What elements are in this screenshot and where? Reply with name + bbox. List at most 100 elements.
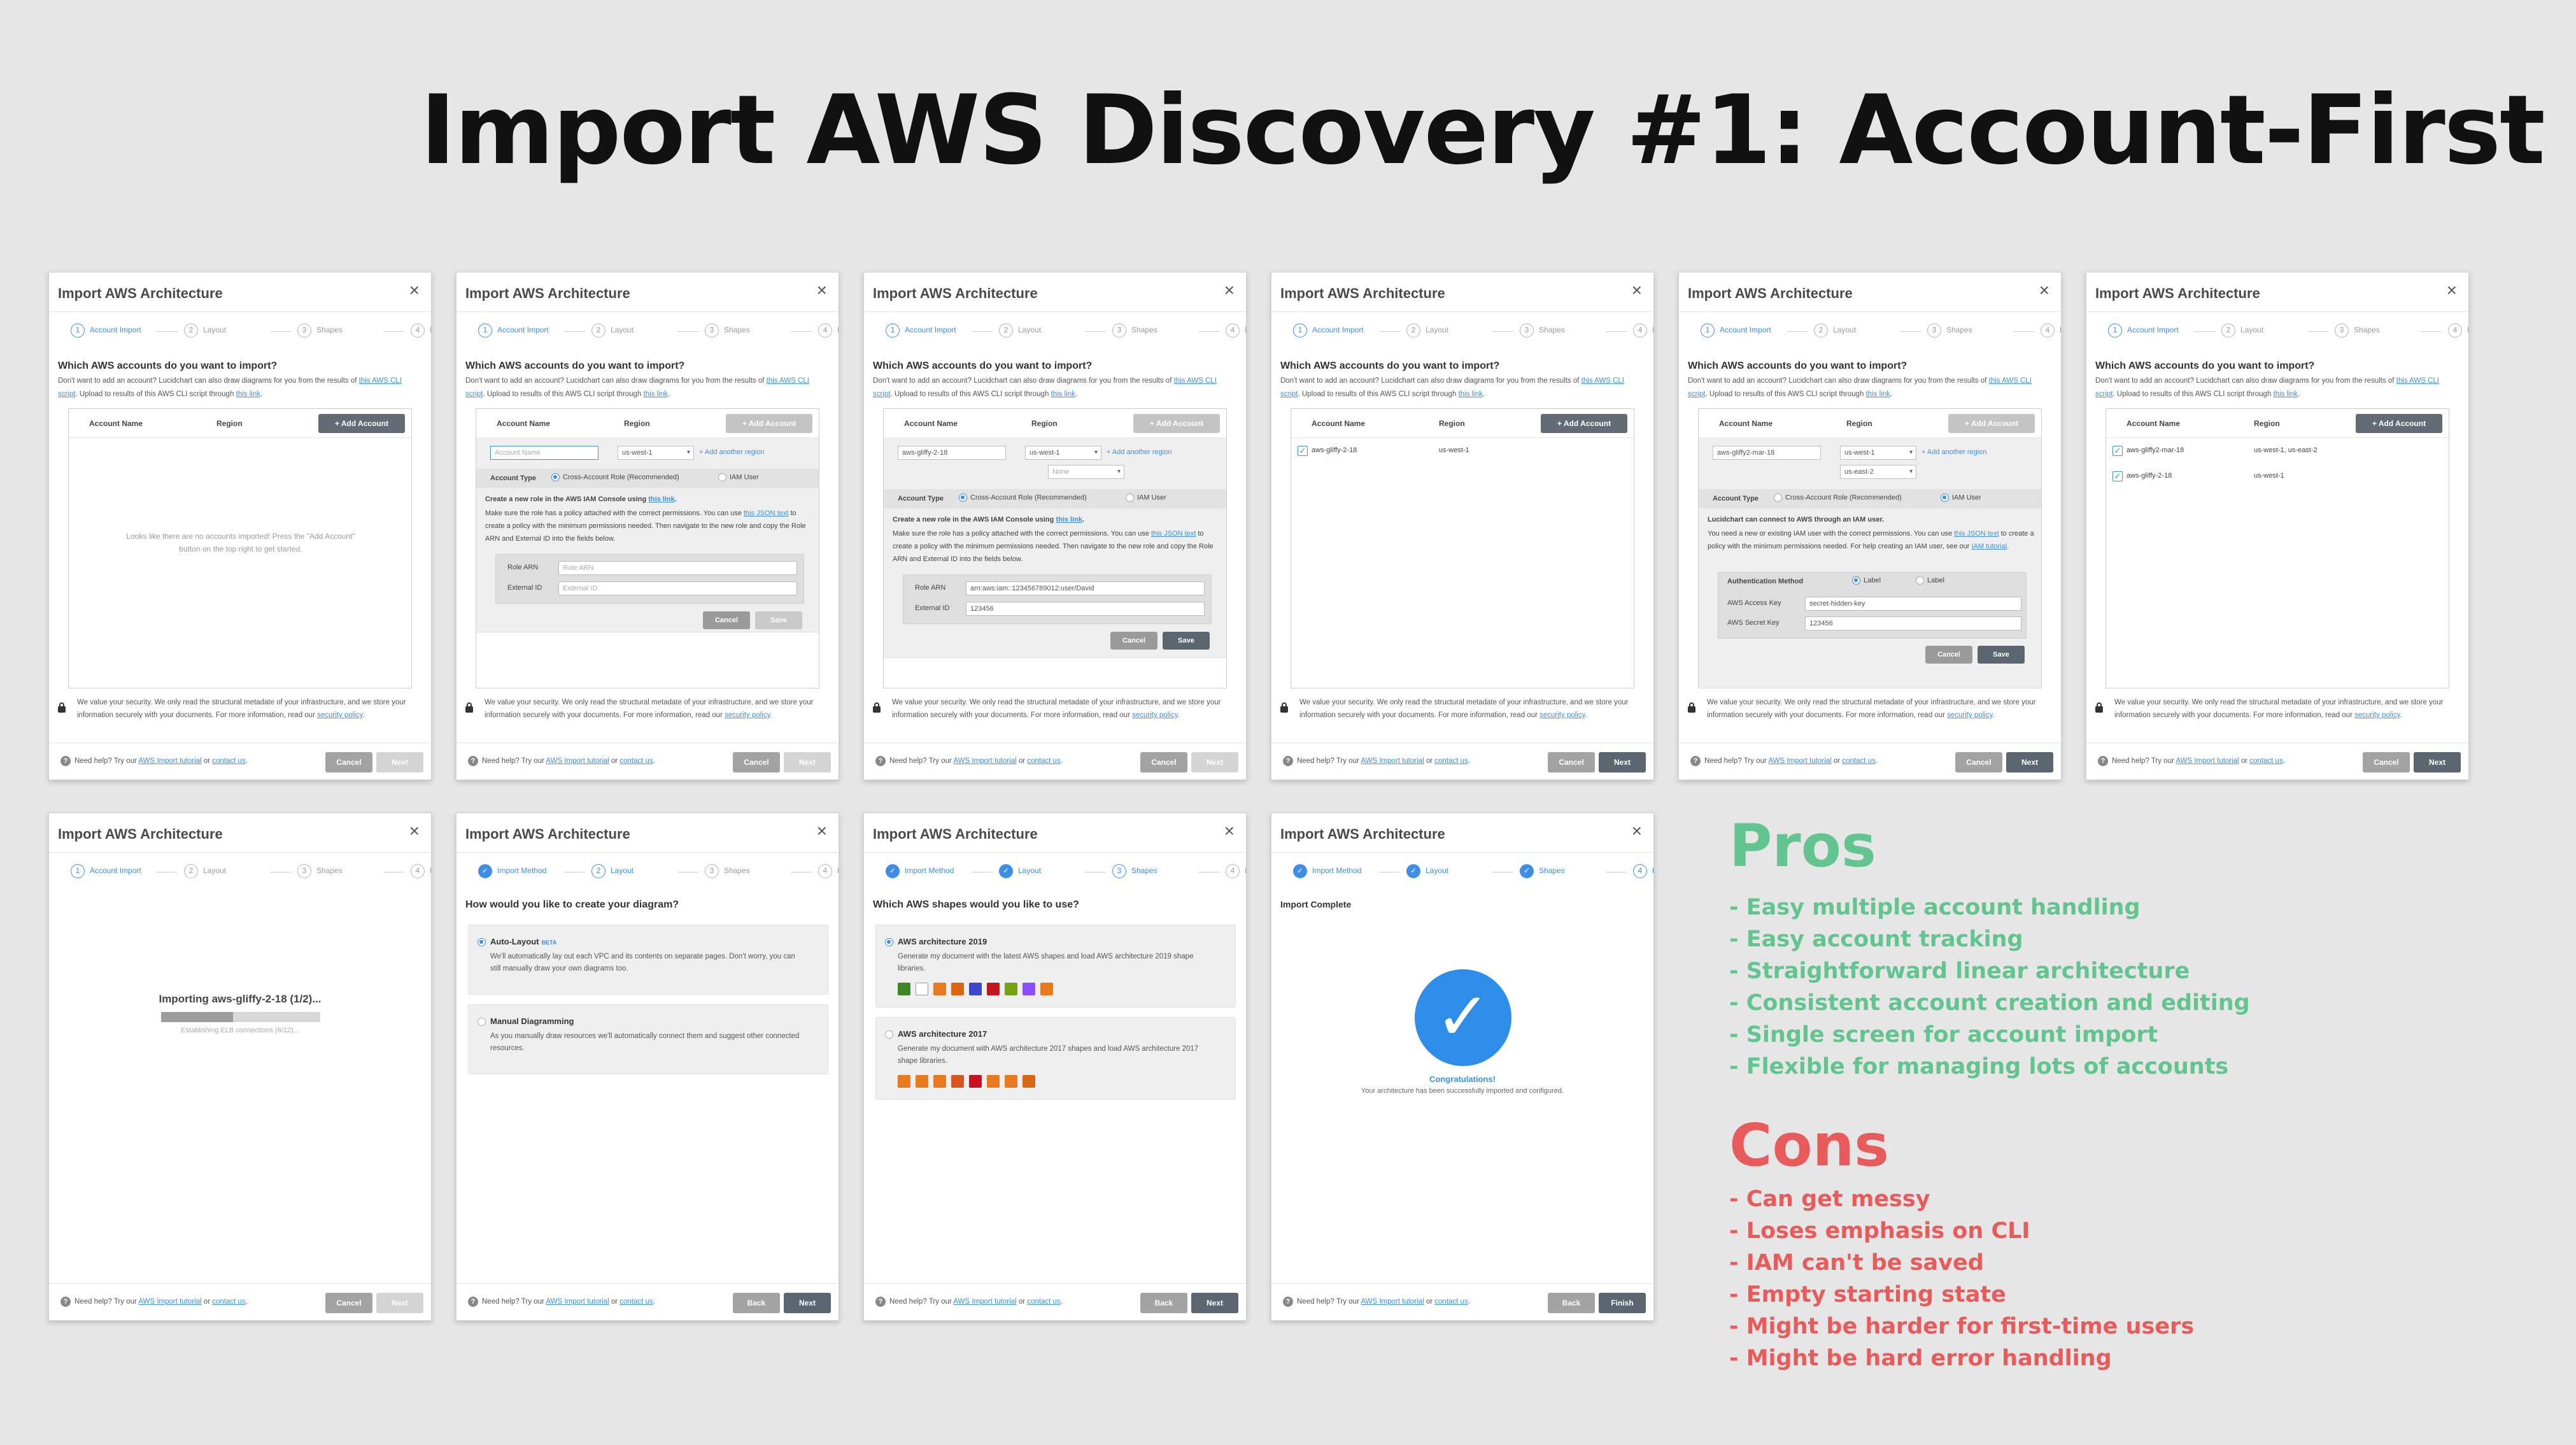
add-region-link[interactable]: + Add another region [1921,448,1986,456]
region-select[interactable]: us-west-1 [618,446,694,460]
external-id-input[interactable]: External ID [558,581,797,595]
security-policy-link[interactable]: security policy [1947,711,1992,719]
shapes-2017-option[interactable]: AWS architecture 2017 Generate my docume… [875,1017,1236,1100]
tutorial-link[interactable]: AWS Import tutorial [1361,1298,1424,1306]
add-region-link[interactable]: + Add another region [699,448,764,456]
security-policy-link[interactable]: security policy [317,711,362,719]
form-save-button[interactable]: Save [755,611,802,629]
iam-user-option[interactable]: IAM User [1941,494,1981,502]
account-name-input[interactable]: aws-gliffy-2-18 [898,446,1006,460]
auto-layout-option[interactable]: Auto-Layout BETA We'll automatically lay … [468,925,828,995]
add-account-button[interactable]: + Add Account [1541,414,1627,433]
form-cancel-button[interactable]: Cancel [703,611,750,629]
form-cancel-button[interactable]: Cancel [1110,632,1157,650]
cross-account-option[interactable]: Cross-Account Role (Recommended) [959,494,1087,502]
next-button[interactable]: Next [784,752,831,772]
region-select-2[interactable]: None [1048,465,1124,479]
iam-tutorial-link[interactable]: IAM tutorial [1972,543,2007,550]
close-icon[interactable]: × [409,280,420,301]
next-button[interactable]: Next [2414,752,2461,772]
external-id-input[interactable]: 123456 [966,602,1205,616]
upload-link[interactable]: this link [1459,390,1483,398]
tutorial-link[interactable]: AWS Import tutorial [953,1298,1016,1306]
role-arn-input[interactable]: arn:aws:iam::123456789012:user/David [966,581,1205,595]
auto-layout-radio[interactable] [478,938,486,946]
secret-key-input[interactable]: 123456 [1805,616,2021,630]
contact-link[interactable]: contact us [1434,1298,1468,1306]
manual-option[interactable]: Manual Diagramming As you manually draw … [468,1004,828,1074]
region-select[interactable]: us-west-1 [1025,446,1101,460]
cancel-button[interactable]: Cancel [1548,752,1595,772]
account-name-input[interactable]: aws-gliffy2-mar-18 [1713,446,1821,460]
add-account-button[interactable]: + Add Account [2356,414,2442,433]
cancel-button[interactable]: Cancel [1140,752,1187,772]
security-policy-link[interactable]: security policy [1539,711,1585,719]
close-icon[interactable]: × [817,280,827,301]
cross-account-option[interactable]: Cross-Account Role (Recommended) [551,473,679,481]
auth-option-2[interactable]: Label [1916,576,1944,585]
next-button[interactable]: Next [1599,752,1646,772]
add-account-button[interactable]: + Add Account [1948,414,2035,433]
cancel-button[interactable]: Cancel [2363,752,2410,772]
cross-account-option[interactable]: Cross-Account Role (Recommended) [1774,494,1902,502]
row-checkbox[interactable]: ✓ [2112,446,2123,456]
next-button[interactable]: Next [1191,1293,1238,1313]
cancel-button[interactable]: Cancel [325,1293,372,1313]
tutorial-link[interactable]: AWS Import tutorial [546,757,609,765]
form-cancel-button[interactable]: Cancel [1925,646,1972,664]
next-button[interactable]: Next [376,1293,423,1313]
add-account-button[interactable]: + Add Account [318,414,405,433]
close-icon[interactable]: × [1224,821,1235,841]
role-link[interactable]: this link [648,495,675,503]
tutorial-link[interactable]: AWS Import tutorial [546,1298,609,1306]
tutorial-link[interactable]: AWS Import tutorial [138,757,201,765]
manual-radio[interactable] [478,1018,486,1026]
role-link[interactable]: this link [1056,516,1082,523]
close-icon[interactable]: × [409,821,420,841]
cancel-button[interactable]: Cancel [1955,752,2002,772]
form-save-button[interactable]: Save [1978,646,2025,664]
close-icon[interactable]: × [2447,280,2457,301]
next-button[interactable]: Next [1191,752,1238,772]
cancel-button[interactable]: Cancel [325,752,372,772]
form-save-button[interactable]: Save [1163,632,1210,650]
upload-link[interactable]: this link [2274,390,2298,398]
json-text-link[interactable]: this JSON text [1151,530,1196,537]
upload-link[interactable]: this link [1866,390,1890,398]
json-text-link[interactable]: this JSON text [744,509,788,517]
security-policy-link[interactable]: security policy [1132,711,1177,719]
contact-link[interactable]: contact us [619,1298,653,1306]
close-icon[interactable]: × [817,821,827,841]
security-policy-link[interactable]: security policy [2354,711,2400,719]
contact-link[interactable]: contact us [1027,1298,1060,1306]
iam-user-option[interactable]: IAM User [718,473,759,481]
close-icon[interactable]: × [1224,280,1235,301]
contact-link[interactable]: contact us [1842,757,1875,765]
table-row[interactable]: ✓ aws-gliffy2-mar-18 us-west-1, us-east-… [2106,438,2449,464]
shapes-2019-radio[interactable] [885,938,893,946]
table-row[interactable]: ✓ aws-gliffy-2-18 us-west-1 [2106,464,2449,489]
row-checkbox[interactable]: ✓ [1298,446,1308,456]
contact-link[interactable]: contact us [212,1298,245,1306]
shapes-2017-radio[interactable] [885,1030,893,1039]
tutorial-link[interactable]: AWS Import tutorial [2176,757,2239,765]
upload-link[interactable]: this link [1051,390,1075,398]
close-icon[interactable]: × [1632,821,1642,841]
row-checkbox[interactable]: ✓ [2112,471,2123,481]
back-button[interactable]: Back [733,1293,780,1313]
contact-link[interactable]: contact us [619,757,653,765]
security-policy-link[interactable]: security policy [725,711,770,719]
next-button[interactable]: Next [784,1293,831,1313]
contact-link[interactable]: contact us [2249,757,2282,765]
region-select-2[interactable]: us-east-2 [1840,465,1916,479]
role-arn-input[interactable]: Role ARN [558,561,797,575]
iam-user-option[interactable]: IAM User [1126,494,1166,502]
back-button[interactable]: Back [1140,1293,1187,1313]
region-select[interactable]: us-west-1 [1840,446,1916,460]
add-region-link[interactable]: + Add another region [1107,448,1171,456]
shapes-2019-option[interactable]: AWS architecture 2019 Generate my docume… [875,925,1236,1007]
tutorial-link[interactable]: AWS Import tutorial [953,757,1016,765]
account-name-input[interactable]: Account Name [490,446,598,460]
cancel-button[interactable]: Cancel [733,752,780,772]
next-button[interactable]: Next [376,752,423,772]
